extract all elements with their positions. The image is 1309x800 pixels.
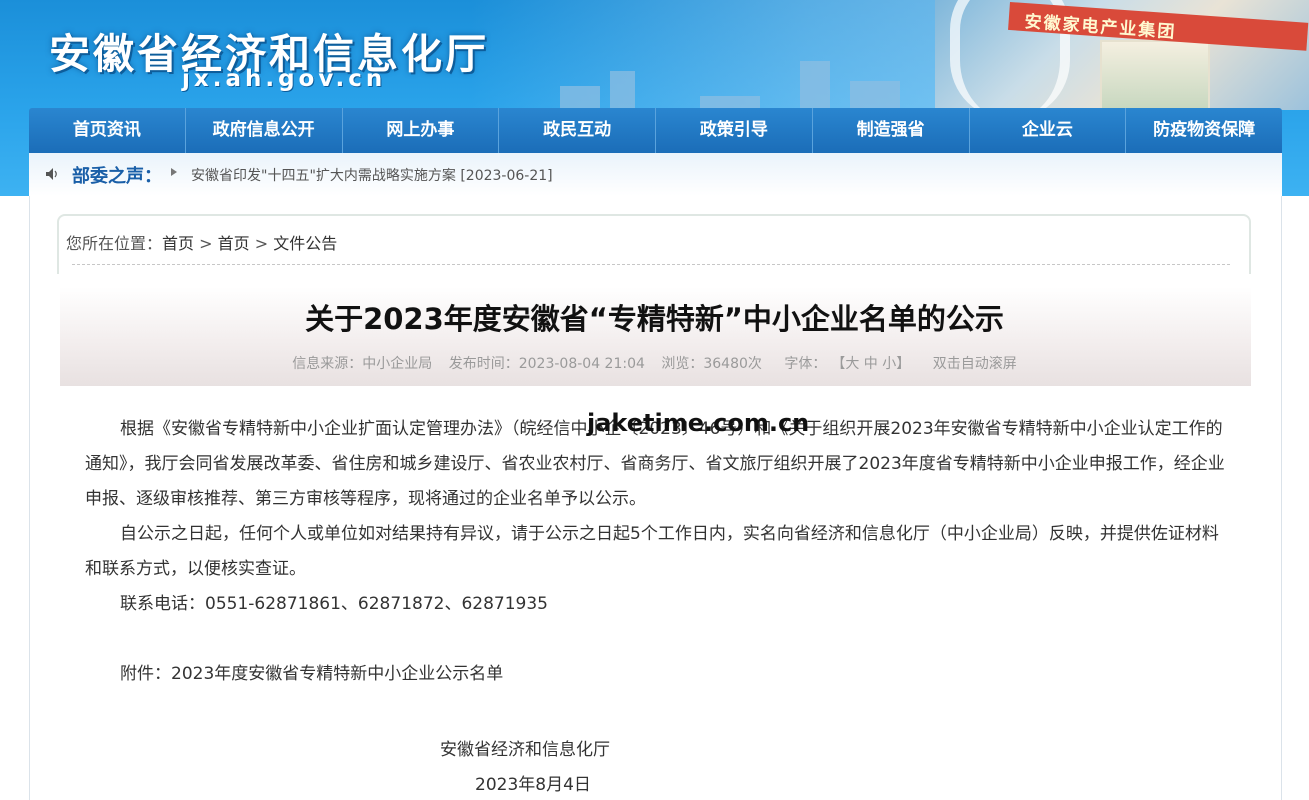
announcement-label: 部委之声： [72,166,162,187]
article-publish-time: 发布时间：2023-08-04 21:04 [448,356,645,372]
article-title: 关于2023年度安徽省“专精特新”中小企业名单的公示 [305,302,1004,336]
article-meta: 信息来源：中小企业局 发布时间：2023-08-04 21:04 浏览：3648… [0,353,1309,373]
breadcrumb-prefix: 您所在位置： [66,234,163,253]
auto-scroll-toggle[interactable]: 双击自动滚屏 [933,356,1017,372]
breadcrumb-current-link[interactable]: 文件公告 [273,234,337,253]
nav-item-online-services[interactable]: 网上办事 [343,108,500,153]
nav-item-interaction[interactable]: 政民互动 [499,108,656,153]
contact-phone: 联系电话：0551-62871861、62871872、62871935 [120,594,548,614]
breadcrumb: 您所在位置：首页 > 首页 > 文件公告 [66,230,337,254]
nav-item-home-news[interactable]: 首页资讯 [29,108,186,153]
font-size-selector[interactable]: 【大 中 小】 [838,356,910,372]
signer: 安徽省经济和信息化厅 [440,740,610,760]
announcement-date: [2023-06-21] [460,168,553,184]
breadcrumb-separator: > [249,234,274,253]
divider [72,264,1230,265]
attachment-link[interactable]: 附件：2023年度安徽省专精特新中小企业公示名单 [85,657,1230,692]
main-nav: 首页资讯 政府信息公开 网上办事 政民互动 政策引导 制造强省 企业云 防疫物资… [29,108,1282,153]
article-views: 浏览：36480次 [661,356,762,372]
breadcrumb-home-link[interactable]: 首页 [162,234,194,253]
nav-item-manufacturing[interactable]: 制造强省 [813,108,970,153]
announcement-link[interactable]: 安徽省印发"十四五"扩大内需战略实施方案 [2023-06-21] [191,165,553,185]
sign-date: 2023年8月4日 [475,775,591,795]
article-paragraph: 自公示之日起，任何个人或单位如对结果持有异议，请于公示之日起5个工作日内，实名向… [85,524,1219,579]
breadcrumb-separator: > [194,234,218,253]
header-photo-booth [1100,40,1210,110]
nav-item-enterprise-cloud[interactable]: 企业云 [970,108,1127,153]
article-source: 信息来源：中小企业局 [292,356,433,372]
watermark-text: jaketime.com.cn [587,409,810,437]
nav-item-gov-info[interactable]: 政府信息公开 [186,108,343,153]
bullet-arrow-icon [171,168,177,176]
announcement-bar: 部委之声： 安徽省印发"十四五"扩大内需战略实施方案 [2023-06-21] [29,153,1282,196]
nav-item-epidemic-supplies[interactable]: 防疫物资保障 [1126,108,1282,153]
site-domain[interactable]: jx.ah.gov.cn [182,66,386,92]
announcement-text[interactable]: 安徽省印发"十四五"扩大内需战略实施方案 [191,168,456,184]
font-size-label: 字体： [784,356,827,372]
article-body: 根据《安徽省专精特新中小企业扩面认定管理办法》（皖经信中小企〔2023〕46号）… [85,412,1230,692]
breadcrumb-home-link-2[interactable]: 首页 [218,234,250,253]
speaker-icon [46,168,57,180]
nav-item-policy[interactable]: 政策引导 [656,108,813,153]
